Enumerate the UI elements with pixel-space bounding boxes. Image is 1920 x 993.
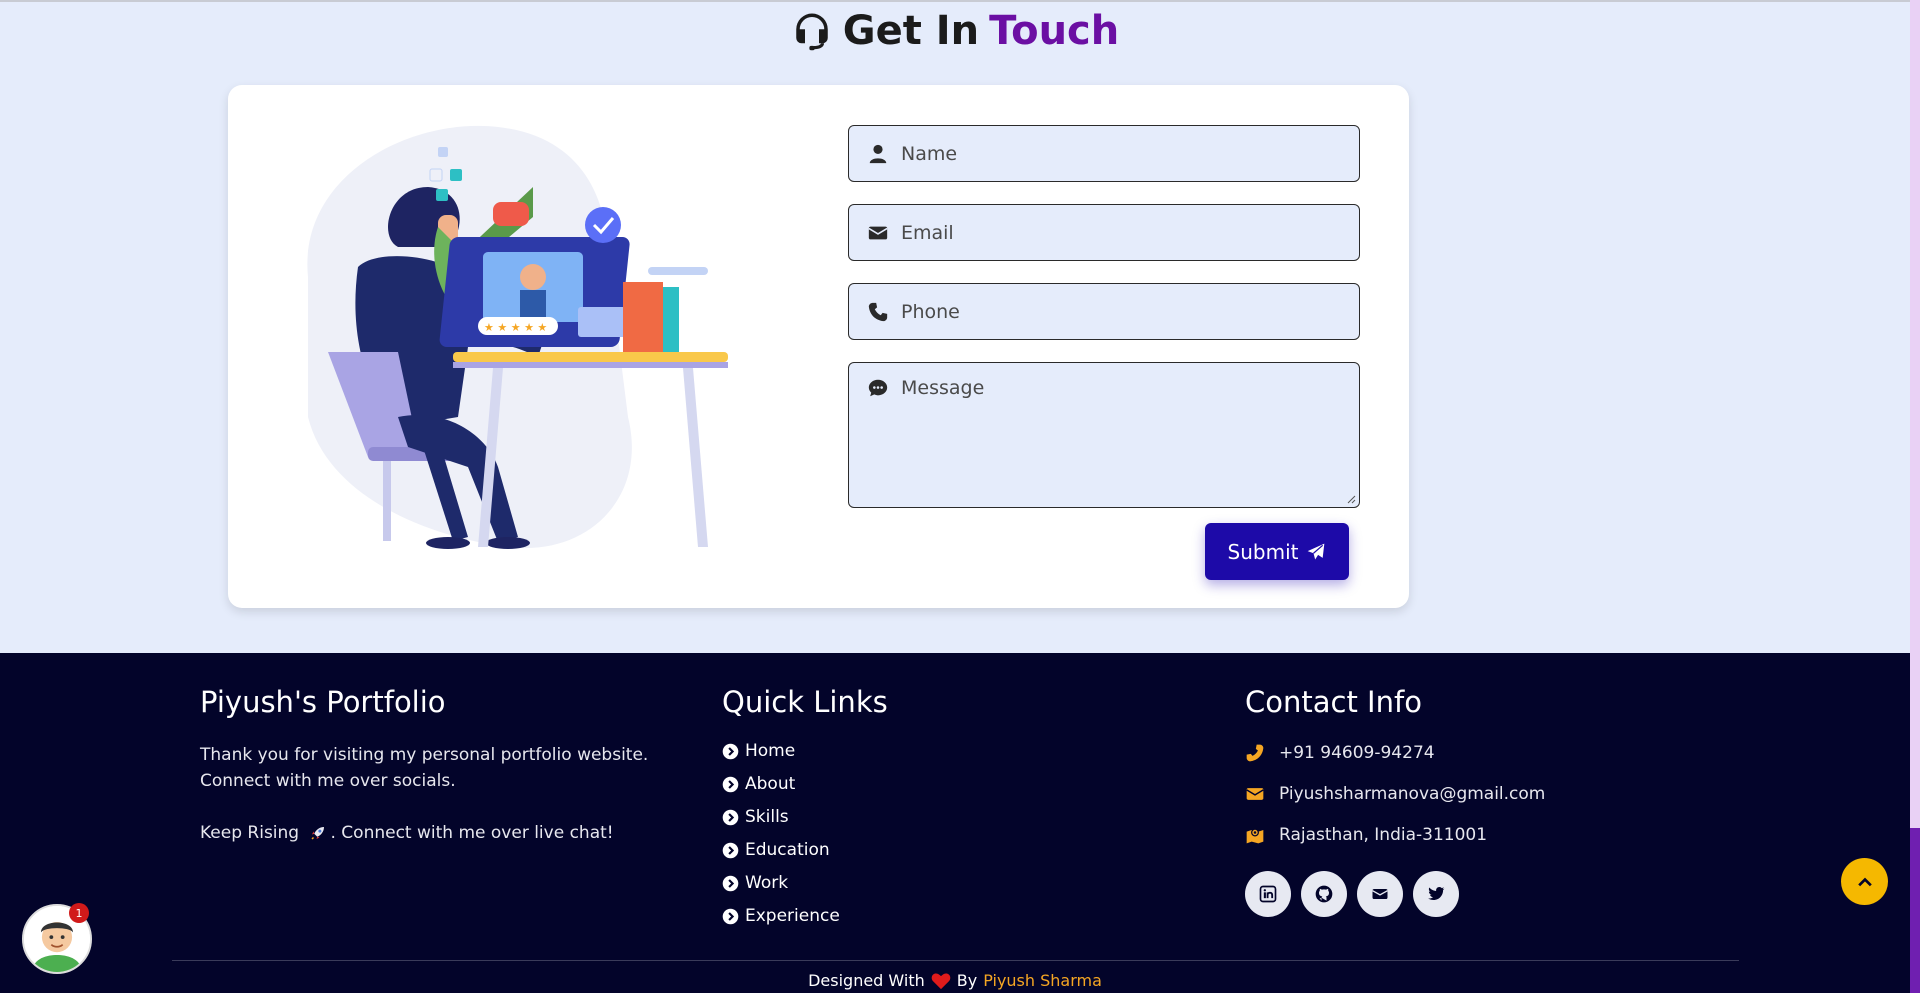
submit-label: Submit [1227, 539, 1299, 564]
contact-address: Rajasthan, India-311001 [1245, 825, 1487, 845]
twitter-icon [1428, 887, 1445, 900]
quick-link-skills[interactable]: Skills [722, 807, 789, 827]
comment-dots-icon [868, 379, 888, 397]
quick-link-label: Work [745, 873, 789, 893]
footer-divider [172, 960, 1739, 961]
contact-card: ★ ★ ★ ★ ★ Name Email Phone Message Submi… [228, 85, 1409, 608]
contact-email-text: Piyushsharmanova@gmail.com [1279, 784, 1546, 804]
contact-email: Piyushsharmanova@gmail.com [1245, 784, 1545, 804]
chevron-circle-right-icon [722, 908, 739, 924]
quick-link-education[interactable]: Education [722, 840, 830, 860]
linkedin-button[interactable] [1245, 871, 1291, 917]
rocket-icon [310, 827, 324, 840]
name-placeholder: Name [901, 142, 958, 165]
credit-by: By [956, 971, 978, 990]
quick-link-home[interactable]: Home [722, 741, 795, 761]
user-icon [869, 144, 887, 163]
footer-about-text-3-end: . Connect with me over live chat! [330, 823, 614, 843]
contact-heading: Get In Touch [0, 8, 1910, 54]
chevron-circle-right-icon [722, 809, 739, 825]
chevron-circle-right-icon [722, 776, 739, 792]
phone-field[interactable]: Phone [848, 283, 1360, 340]
credit-author-link[interactable]: Piyush Sharma [983, 971, 1102, 990]
heading-accent-text: Touch [989, 8, 1120, 54]
email-button[interactable] [1357, 871, 1403, 917]
contact-phone-text: +91 94609-94274 [1279, 743, 1435, 763]
github-icon [1315, 885, 1333, 903]
message-placeholder: Message [901, 377, 985, 399]
quick-link-about[interactable]: About [722, 774, 795, 794]
envelope-icon [1246, 788, 1264, 800]
quick-link-label: Education [745, 840, 830, 860]
footer-quick-links-title: Quick Links [722, 685, 888, 719]
github-button[interactable] [1301, 871, 1347, 917]
phone-placeholder: Phone [901, 300, 960, 323]
svg-text:★ ★ ★ ★ ★: ★ ★ ★ ★ ★ [484, 321, 547, 334]
email-placeholder: Email [901, 221, 954, 244]
email-field[interactable]: Email [848, 204, 1360, 261]
linkedin-icon [1259, 885, 1277, 903]
quick-link-label: About [745, 774, 796, 794]
footer-contact-title: Contact Info [1245, 685, 1422, 719]
message-field[interactable]: Message [848, 362, 1360, 508]
chevron-circle-right-icon [722, 743, 739, 759]
headset-icon [796, 13, 828, 51]
contact-phone: +91 94609-94274 [1245, 743, 1435, 763]
contact-address-text: Rajasthan, India-311001 [1279, 825, 1488, 845]
heading-text: Get In [842, 8, 980, 54]
footer-about-text-3-start: Keep Rising [200, 823, 305, 843]
name-field[interactable]: Name [848, 125, 1360, 182]
footer-about-text-1: Thank you for visiting my personal portf… [200, 745, 649, 765]
section-divider [0, 0, 1910, 2]
contact-illustration: ★ ★ ★ ★ ★ [307, 125, 728, 549]
quick-link-experience[interactable]: Experience [722, 906, 840, 926]
resize-handle-icon[interactable] [1346, 494, 1356, 504]
paper-plane-icon [1308, 543, 1325, 559]
chat-notification-badge: 1 [69, 903, 89, 923]
envelope-icon [868, 226, 888, 239]
footer-about-text-2: Connect with me over socials. [200, 771, 456, 791]
map-marked-icon [1246, 828, 1264, 844]
phone-icon [1246, 744, 1264, 762]
quick-link-label: Skills [745, 807, 789, 827]
footer: Piyush's Portfolio Thank you for visitin… [0, 653, 1910, 993]
footer-credit: Designed With By Piyush Sharma [0, 971, 1910, 990]
footer-about-text-3: Keep Rising . Connect with me over live … [200, 820, 614, 846]
scroll-to-top-button[interactable] [1841, 858, 1888, 905]
quick-link-label: Experience [745, 906, 840, 926]
credit-text: Designed With [808, 971, 925, 990]
contact-form: Name Email Phone Message [848, 125, 1360, 524]
chevron-circle-right-icon [722, 875, 739, 891]
chevron-up-icon [1857, 877, 1872, 886]
heart-icon [931, 972, 951, 989]
scrollbar-thumb[interactable] [1910, 828, 1920, 993]
envelope-icon [1372, 889, 1388, 899]
quick-link-work[interactable]: Work [722, 873, 788, 893]
twitter-button[interactable] [1413, 871, 1459, 917]
chevron-circle-right-icon [722, 842, 739, 858]
footer-about-title: Piyush's Portfolio [200, 685, 446, 719]
quick-link-label: Home [745, 741, 796, 761]
submit-button[interactable]: Submit [1205, 523, 1349, 580]
phone-icon [868, 302, 888, 321]
